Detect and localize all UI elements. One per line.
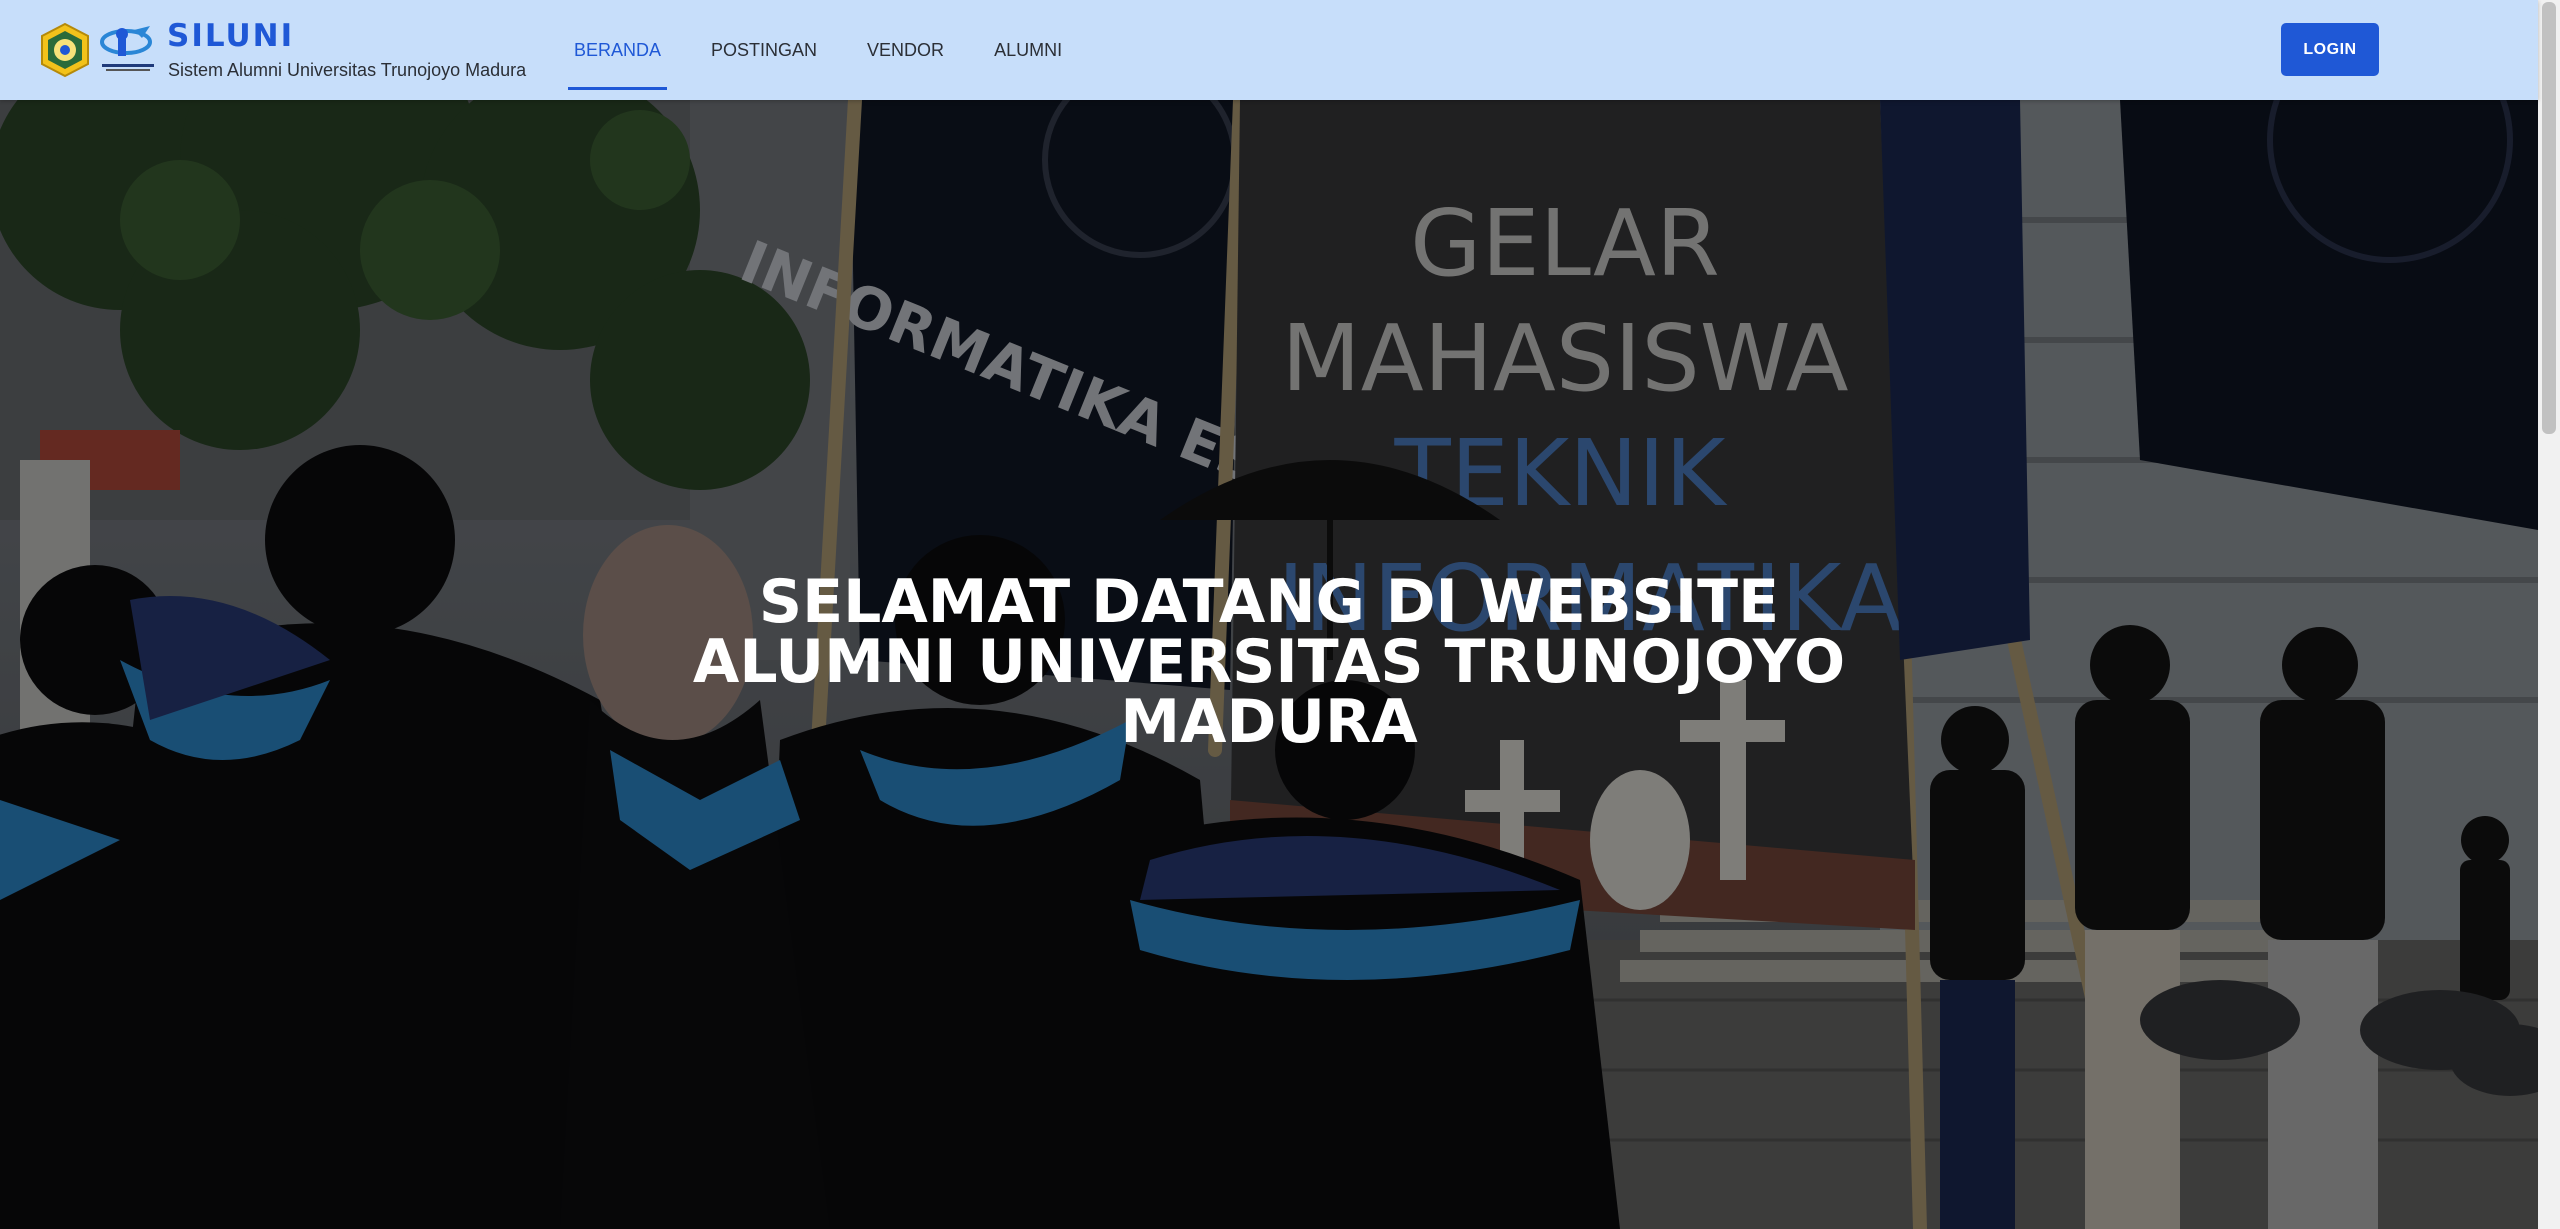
hero-title: SELAMAT DATANG DI WEBSITE ALUMNI UNIVERS… (0, 572, 2538, 752)
hero-title-line: MADURA (1120, 687, 1418, 757)
brand-title[interactable]: SILUNI (167, 18, 294, 54)
university-seal-icon[interactable] (38, 22, 92, 78)
hero-section: INFORMATIKA EST 2 GELAR MAHASISWA TEKNIK… (0, 100, 2538, 1229)
login-button[interactable]: LOGIN (2281, 23, 2379, 76)
nav-label: BERANDA (574, 39, 662, 60)
top-navbar: SILUNI Sistem Alumni Universitas Trunojo… (0, 0, 2538, 100)
informatics-logo-icon[interactable] (98, 20, 158, 76)
hero-title-line: ALUMNI UNIVERSITAS TRUNOJOYO (692, 627, 1846, 697)
main-nav: BERANDA POSTINGAN VENDOR ALUMNI (568, 0, 1106, 100)
nav-item-postingan[interactable]: POSTINGAN (705, 0, 823, 100)
page-scrollbar[interactable] (2538, 0, 2560, 1229)
nav-item-vendor[interactable]: VENDOR (861, 0, 950, 100)
nav-label: VENDOR (867, 39, 945, 60)
nav-label: POSTINGAN (711, 39, 818, 60)
nav-label: ALUMNI (994, 39, 1063, 60)
hero-title-line: SELAMAT DATANG DI WEBSITE (758, 567, 1780, 637)
nav-item-alumni[interactable]: ALUMNI (988, 0, 1068, 100)
nav-item-beranda[interactable]: BERANDA (568, 0, 668, 100)
brand-subtitle: Sistem Alumni Universitas Trunojoyo Madu… (168, 60, 527, 80)
scrollbar-thumb[interactable] (2542, 2, 2556, 434)
